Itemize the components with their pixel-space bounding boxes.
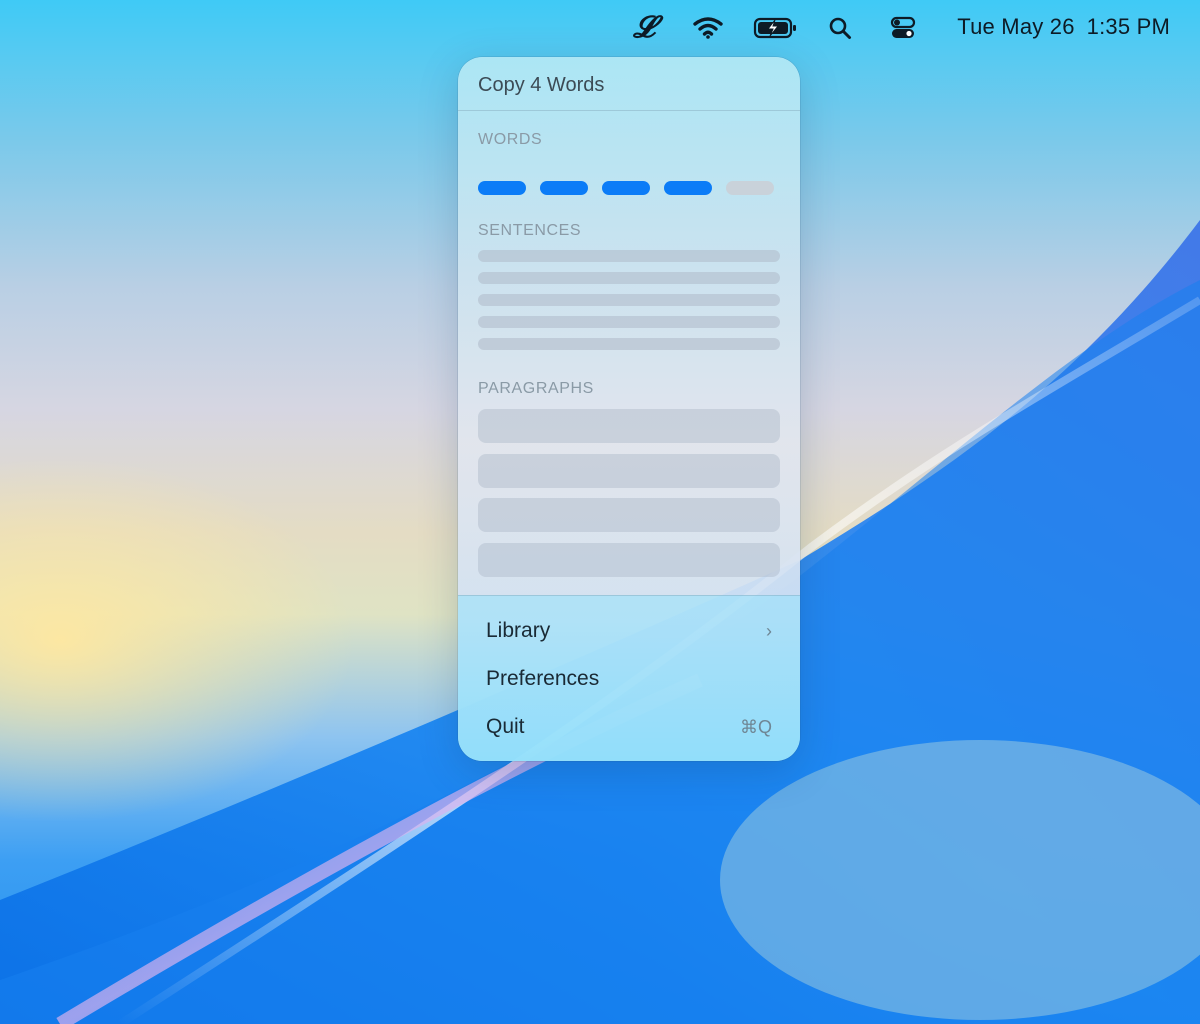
sentence-segment[interactable] <box>478 272 780 284</box>
wifi-icon[interactable] <box>690 10 726 46</box>
sentence-segment[interactable] <box>478 316 780 328</box>
title-divider <box>458 110 800 111</box>
search-icon[interactable] <box>826 10 854 46</box>
clock-time: 1:35 PM <box>1086 14 1170 39</box>
word-segment[interactable] <box>664 181 712 195</box>
word-segment[interactable] <box>602 181 650 195</box>
quit-menu-item[interactable]: Quit ⌘Q <box>472 706 786 748</box>
popover-title: Copy 4 Words <box>478 74 605 96</box>
battery-charging-icon[interactable] <box>752 10 800 46</box>
word-segment[interactable] <box>726 181 774 195</box>
library-label: Library <box>486 619 551 642</box>
app-glyph: 𝓛 <box>633 10 655 45</box>
popover-menu: Library › Preferences Quit ⌘Q <box>458 595 800 761</box>
script-l-icon[interactable]: 𝓛 <box>628 10 660 46</box>
sentence-segment[interactable] <box>478 338 780 350</box>
menu-bar: 𝓛 Tue May 26 1:35 PM <box>0 0 1200 56</box>
sentence-segment[interactable] <box>478 250 780 262</box>
menu-bar-clock[interactable]: Tue May 26 1:35 PM <box>957 14 1170 40</box>
copy-popover: Copy 4 Words WORDS SENTENCES PARAGRAPHS <box>458 57 800 761</box>
control-center-icon[interactable] <box>888 10 918 46</box>
paragraph-segment[interactable] <box>478 409 780 443</box>
sentence-segment[interactable] <box>478 294 780 306</box>
sentences-section-label: SENTENCES <box>478 222 582 239</box>
paragraphs-section-label: PARAGRAPHS <box>478 380 594 397</box>
paragraph-segment[interactable] <box>478 453 780 488</box>
desktop-wallpaper: 𝓛 Tue May 26 1:35 PM Copy 4 Words WORDS … <box>0 0 1200 1024</box>
preferences-menu-item[interactable]: Preferences <box>472 658 786 700</box>
chevron-right-icon: › <box>766 620 772 641</box>
word-segment[interactable] <box>478 181 526 195</box>
sentences-selector[interactable] <box>478 250 780 360</box>
paragraph-segment[interactable] <box>478 498 780 532</box>
words-section-label: WORDS <box>478 131 543 148</box>
word-segment[interactable] <box>540 181 588 195</box>
clock-date: Tue May 26 <box>957 14 1075 39</box>
paragraph-segment[interactable] <box>478 542 780 577</box>
quit-label: Quit <box>486 715 525 738</box>
paragraphs-selector[interactable] <box>478 409 780 587</box>
menu-divider <box>458 595 800 596</box>
preferences-label: Preferences <box>486 667 600 690</box>
quit-shortcut: ⌘Q <box>739 716 772 737</box>
library-menu-item[interactable]: Library › <box>472 610 786 652</box>
words-selector[interactable] <box>478 181 774 195</box>
